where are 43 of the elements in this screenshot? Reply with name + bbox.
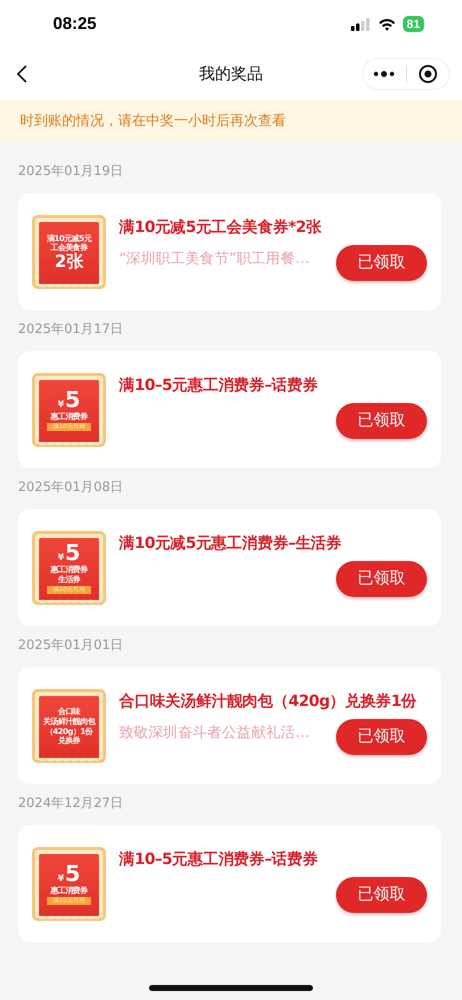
- coupon-label: 兑换券: [58, 736, 80, 746]
- claimed-button[interactable]: 已领取: [336, 560, 427, 596]
- date-heading: 2025年01月08日: [18, 479, 124, 497]
- close-target-icon[interactable]: [418, 64, 438, 84]
- prize-title: 满10–5元惠工消费券–话费券: [119, 374, 319, 396]
- coupon-amount: 5: [64, 390, 80, 412]
- claimed-button[interactable]: 已领取: [336, 244, 427, 280]
- prize-title: 满10元减5元惠工消费券–生活券: [119, 532, 343, 554]
- prize-title: 合口味关汤鲜汁靓肉包（420g）兑换券1份: [119, 690, 418, 712]
- more-icon[interactable]: [373, 71, 396, 77]
- prize-description: “深圳职工美食节”职工用餐…: [119, 250, 310, 268]
- coupon-label: 合口味: [58, 707, 80, 717]
- date-heading: 2025年01月19日: [18, 163, 124, 181]
- coupon-amount: 5: [64, 864, 80, 886]
- coupon-amount: 5: [64, 543, 80, 566]
- currency-sign: ¥: [58, 401, 64, 410]
- coupon-label: 惠工消费券: [50, 412, 88, 422]
- prize-description: 致敬深圳奋斗者公益献礼活…: [119, 724, 310, 742]
- currency-sign: ¥: [58, 554, 64, 564]
- back-icon[interactable]: [16, 64, 28, 84]
- signal-icon: [350, 18, 371, 30]
- claimed-button[interactable]: 已领取: [336, 876, 427, 912]
- coupon-label: 惠工消费券: [50, 565, 88, 575]
- date-heading: 2025年01月17日: [18, 321, 124, 339]
- notice-text: 时到账的情况，请在中奖一小时后再次查看: [20, 113, 286, 129]
- date-heading: 2024年12月27日: [18, 795, 124, 813]
- date-heading: 2025年01月01日: [18, 637, 124, 655]
- coupon-label: 工会美食券: [50, 243, 88, 252]
- prize-title: 满10元减5元工会美食券*2张: [119, 216, 322, 238]
- coupon-label: 满10元减5元: [46, 234, 92, 243]
- coupon-label: （420g）1份: [45, 726, 93, 736]
- status-time: 08:25: [53, 14, 96, 34]
- coupon-count: 2张: [54, 252, 84, 272]
- currency-sign: ¥: [58, 875, 64, 884]
- coupon-label: 惠工消费券: [50, 886, 88, 896]
- battery-level: 81: [402, 16, 424, 32]
- coupon-label: 关汤鲜汁靓肉包: [43, 716, 95, 726]
- page-title: 我的奖品: [199, 64, 263, 84]
- claimed-button[interactable]: 已领取: [336, 718, 427, 754]
- claimed-button[interactable]: 已领取: [336, 402, 427, 438]
- coupon-label: 生活券: [58, 575, 80, 585]
- wifi-icon: [378, 18, 396, 30]
- prize-title: 满10–5元惠工消费券–话费券: [119, 848, 319, 870]
